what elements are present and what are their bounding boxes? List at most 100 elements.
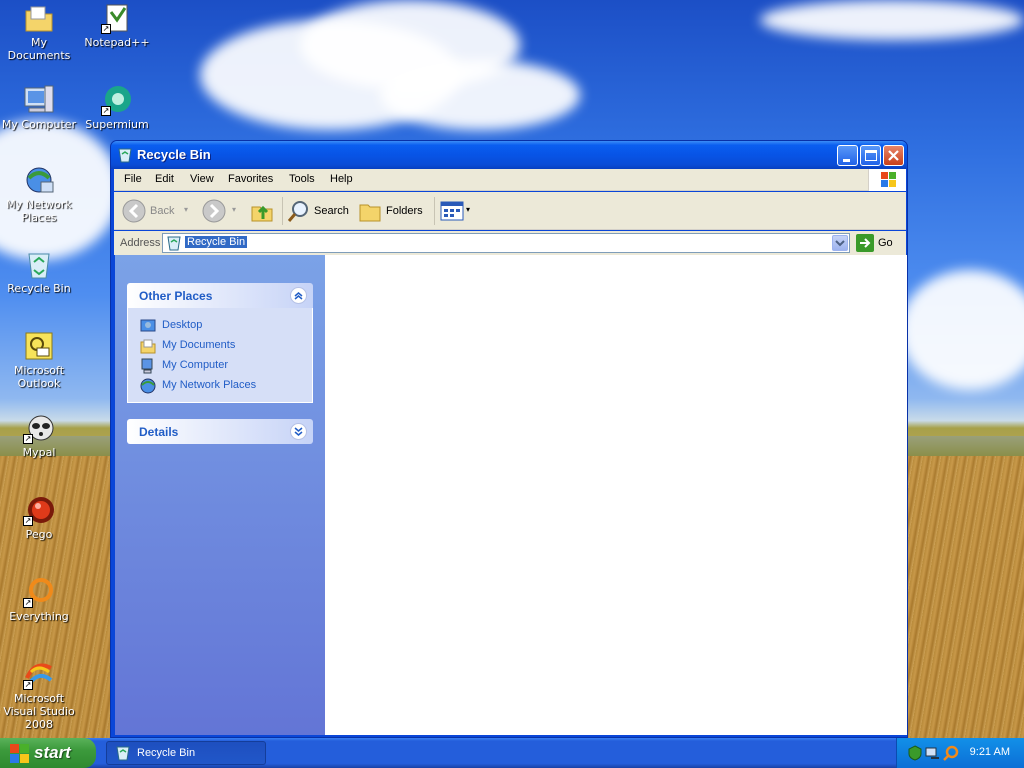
back-button[interactable]: Back ▾	[122, 199, 188, 223]
chevron-down-icon	[835, 240, 845, 247]
menu-help[interactable]: Help	[330, 173, 353, 185]
search-button[interactable]: Search	[286, 199, 356, 223]
shortcut-arrow-icon: ↗	[23, 680, 33, 690]
windows-logo-icon	[10, 744, 29, 763]
other-places-my-computer[interactable]: My Computer	[140, 356, 312, 376]
desktop-icon-visual-studio[interactable]: ↗ Microsoft Visual Studio 2008	[0, 658, 78, 731]
address-label: Address	[120, 237, 161, 249]
visual-studio-icon: ↗	[23, 658, 55, 690]
recycle-bin-icon	[23, 248, 55, 280]
desktop-icon-label: Pego	[25, 528, 53, 541]
desktop-icon-my-computer[interactable]: My Computer	[0, 84, 78, 131]
shortcut-arrow-icon: ↗	[101, 106, 111, 116]
desktop-icon-label: Recycle Bin	[7, 282, 71, 295]
folder-icon	[23, 2, 55, 34]
other-places-my-documents[interactable]: My Documents	[140, 336, 312, 356]
desktop-icon-label: My Documents	[7, 36, 71, 62]
menu-favorites[interactable]: Favorites	[228, 173, 273, 185]
forward-arrow-icon	[202, 199, 226, 223]
details-header[interactable]: Details	[127, 419, 313, 444]
shortcut-arrow-icon: ↗	[101, 24, 111, 34]
menu-view[interactable]: View	[190, 173, 214, 185]
collapse-chevron-icon[interactable]	[290, 287, 307, 304]
desktop-icon-recycle-bin[interactable]: Recycle Bin	[0, 248, 78, 295]
address-dropdown-button[interactable]	[832, 235, 848, 251]
up-folder-button[interactable]	[250, 199, 276, 223]
maximize-button[interactable]	[860, 145, 881, 166]
views-icon	[440, 201, 464, 221]
back-arrow-icon	[122, 199, 146, 223]
menu-file[interactable]: File	[124, 173, 142, 185]
outlook-icon	[23, 330, 55, 362]
shortcut-arrow-icon: ↗	[23, 516, 33, 526]
folders-icon	[359, 204, 381, 222]
mypal-icon: ↗	[23, 412, 55, 444]
chevron-down-icon: ▾	[232, 205, 237, 214]
details-panel: Details	[127, 419, 313, 444]
other-places-my-network-places[interactable]: My Network Places	[140, 376, 312, 396]
menu-bar: File Edit View Favorites Tools Help	[114, 169, 906, 191]
toolbar-separator	[282, 197, 283, 225]
address-bar: Address Recycle Bin Go	[114, 231, 906, 255]
folders-button[interactable]: Folders	[358, 199, 428, 223]
title-bar[interactable]: Recycle Bin	[111, 141, 907, 169]
folders-label: Folders	[386, 205, 423, 217]
windows-logo-icon	[868, 169, 906, 191]
desktop-icon-pego[interactable]: ↗ Pego	[0, 494, 78, 541]
search-icon	[287, 201, 308, 222]
other-places-body: Desktop My Documents My Computer My Netw…	[127, 308, 313, 403]
network-icon	[23, 164, 55, 196]
clock[interactable]: 9:21 AM	[970, 746, 1010, 758]
tray-network-icon[interactable]	[925, 745, 941, 761]
address-input[interactable]: Recycle Bin	[162, 233, 850, 253]
start-button[interactable]: start	[0, 738, 96, 768]
desktop-icon-label: Supermium	[85, 118, 149, 131]
window-title: Recycle Bin	[137, 147, 211, 162]
other-places-label: My Computer	[162, 359, 229, 371]
up-folder-icon	[251, 205, 273, 222]
desktop-icon-mypal[interactable]: ↗ Mypal	[0, 412, 78, 459]
shortcut-arrow-icon: ↗	[23, 434, 33, 444]
other-places-panel: Other Places Desktop My Documents My Com…	[127, 283, 313, 403]
other-places-header[interactable]: Other Places	[127, 283, 313, 308]
close-button[interactable]	[883, 145, 904, 166]
go-button[interactable]: Go	[854, 233, 904, 253]
desktop-icon-label: Microsoft Outlook	[13, 364, 65, 390]
expand-chevron-icon[interactable]	[290, 423, 307, 440]
toolbar-separator	[434, 197, 435, 225]
recycle-bin-icon	[117, 147, 133, 163]
notepad-icon: ↗	[101, 2, 133, 34]
details-title: Details	[139, 425, 179, 439]
close-icon	[888, 150, 899, 161]
desktop-icon-my-network-places[interactable]: My Network Places	[0, 164, 78, 224]
other-places-desktop[interactable]: Desktop	[140, 316, 312, 336]
views-button[interactable]: ▾	[440, 199, 476, 223]
desktop-icon	[140, 318, 156, 334]
tray-shield-icon[interactable]	[907, 745, 923, 761]
desktop-icon-everything[interactable]: ↗ Everything	[0, 576, 78, 623]
other-places-label: My Documents	[162, 339, 236, 351]
desktop-icon-supermium[interactable]: ↗ Supermium	[78, 84, 156, 131]
forward-button[interactable]: ▾	[202, 199, 242, 223]
desktop-icon-microsoft-outlook[interactable]: Microsoft Outlook	[0, 330, 78, 390]
computer-icon	[140, 358, 156, 374]
folder-icon	[140, 338, 156, 354]
other-places-title: Other Places	[139, 289, 213, 303]
task-pane: Other Places Desktop My Documents My Com…	[115, 255, 325, 735]
tray-search-icon[interactable]	[943, 745, 959, 761]
taskbar-item-recycle-bin[interactable]: Recycle Bin	[106, 741, 266, 765]
desktop-icon-label: Notepad++	[84, 36, 150, 49]
taskbar: start Recycle Bin 9:21 AM	[0, 738, 1024, 768]
menu-tools[interactable]: Tools	[289, 173, 315, 185]
recycle-bin-window: Recycle Bin File Edit View Favorites Too…	[110, 140, 908, 738]
menu-edit[interactable]: Edit	[155, 173, 174, 185]
desktop-icon-label: Microsoft Visual Studio 2008	[3, 692, 75, 731]
minimize-button[interactable]	[837, 145, 858, 166]
recycle-bin-icon	[167, 236, 181, 251]
shortcut-arrow-icon: ↗	[23, 598, 33, 608]
taskbar-item-label: Recycle Bin	[137, 747, 196, 759]
desktop-icon-my-documents[interactable]: My Documents	[0, 2, 78, 62]
computer-icon	[23, 84, 55, 116]
desktop-icon-notepadpp[interactable]: ↗ Notepad++	[78, 2, 156, 49]
file-list-area[interactable]	[325, 255, 907, 735]
